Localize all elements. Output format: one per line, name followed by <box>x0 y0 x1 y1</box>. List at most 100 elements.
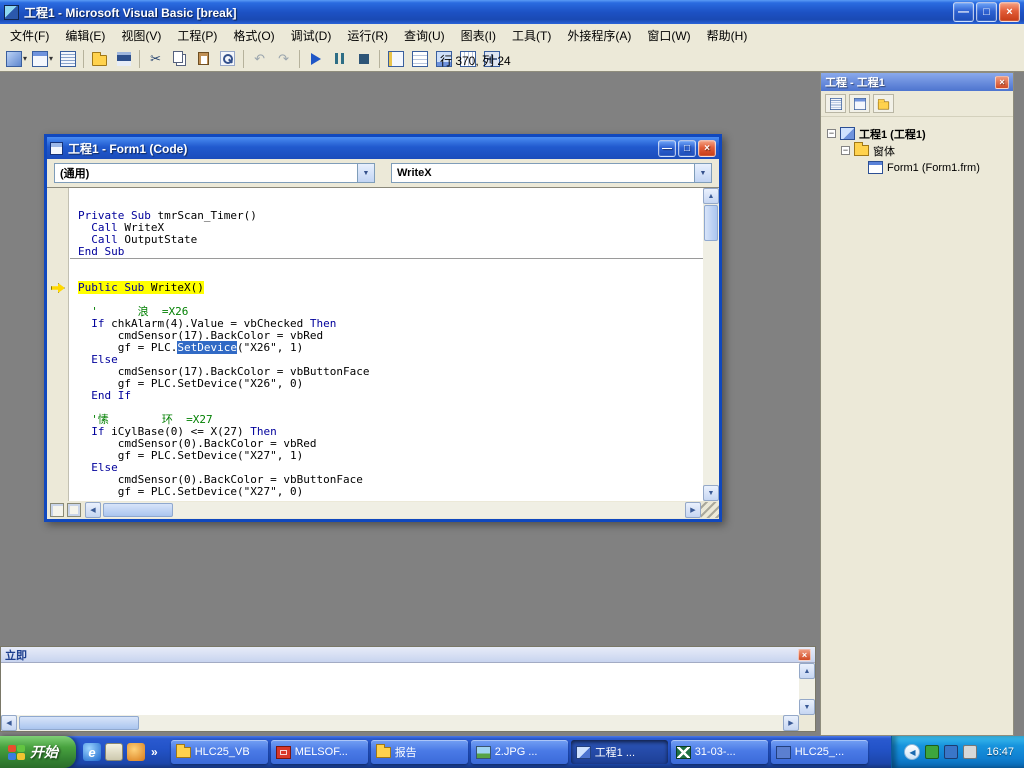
minimize-icon[interactable]: — <box>953 2 974 22</box>
scroll-up-icon[interactable]: ▲ <box>703 188 719 204</box>
view-code-button[interactable] <box>825 94 846 113</box>
save-project-button[interactable] <box>112 48 135 70</box>
menu-item[interactable]: 窗口(W) <box>639 24 698 47</box>
image-icon <box>476 746 491 759</box>
scroll-left-icon[interactable]: ◀ <box>1 715 17 731</box>
code-margin[interactable] <box>47 188 69 501</box>
scroll-right-icon[interactable]: ▶ <box>783 715 799 731</box>
project-explorer-titlebar[interactable]: 工程 - 工程1 × <box>821 73 1013 91</box>
menu-item[interactable]: 查询(U) <box>396 24 453 47</box>
end-button[interactable] <box>352 48 375 70</box>
menu-item[interactable]: 图表(I) <box>453 24 504 47</box>
taskbar-task-button[interactable]: HLC25_... <box>771 740 868 764</box>
taskbar-task-button[interactable]: 2.JPG ... <box>471 740 568 764</box>
full-module-view-button[interactable] <box>67 503 81 517</box>
close-icon[interactable]: × <box>698 140 716 157</box>
immediate-vertical-scrollbar[interactable]: ▲ ▼ <box>799 663 815 715</box>
task-button-label: 工程1 ... <box>595 744 635 760</box>
scroll-left-icon[interactable]: ◀ <box>85 502 101 518</box>
paste-button[interactable] <box>192 48 215 70</box>
code-window-combobar: (通用) ▼ WriteX ▼ <box>47 159 719 187</box>
tray-icon-gray[interactable] <box>963 745 977 759</box>
menu-item[interactable]: 文件(F) <box>2 24 57 47</box>
minimize-icon[interactable]: — <box>658 140 676 157</box>
close-icon[interactable]: × <box>995 76 1009 89</box>
code-text-area[interactable]: Private Sub tmrScan_Timer() Call WriteX … <box>70 188 703 501</box>
tray-icon-blue[interactable] <box>944 745 958 759</box>
copy-button[interactable] <box>168 48 191 70</box>
tree-item[interactable]: Form1 (Form1.frm) <box>823 159 1011 176</box>
view-object-button[interactable] <box>849 94 870 113</box>
menu-editor-button[interactable] <box>56 48 79 70</box>
scrollbar-thumb[interactable] <box>19 716 139 730</box>
scroll-up-icon[interactable]: ▲ <box>799 663 815 679</box>
dropdown-arrow-icon[interactable]: ▼ <box>357 164 374 182</box>
code-line: Call OutputState <box>78 234 703 246</box>
add-standard-exe-button[interactable]: ▾ <box>4 48 29 70</box>
toggle-folders-button[interactable] <box>873 94 894 113</box>
properties-window-button[interactable] <box>408 48 431 70</box>
tree-item[interactable]: −工程1 (工程1) <box>823 125 1011 142</box>
show-desktop-icon[interactable] <box>105 743 123 761</box>
code-horizontal-scrollbar[interactable]: ◀ ▶ <box>85 502 701 518</box>
code-window-titlebar[interactable]: 工程1 - Form1 (Code) — □ × <box>47 137 719 159</box>
folder-icon <box>854 145 869 156</box>
menu-item[interactable]: 格式(O) <box>225 24 282 47</box>
scroll-down-icon[interactable]: ▼ <box>799 699 815 715</box>
dropdown-arrow-icon[interactable]: ▼ <box>694 164 711 182</box>
taskbar-task-button[interactable]: HLC25_VB <box>171 740 268 764</box>
restore-icon[interactable]: □ <box>976 2 997 22</box>
internet-explorer-icon[interactable]: e <box>83 743 101 761</box>
scroll-down-icon[interactable]: ▼ <box>703 485 719 501</box>
tray-icon-green[interactable] <box>925 745 939 759</box>
taskbar-task-button[interactable]: 工程1 ... <box>571 740 668 764</box>
break-button[interactable] <box>328 48 351 70</box>
open-project-icon <box>92 55 107 66</box>
cut-button[interactable]: ✂ <box>144 48 167 70</box>
tray-collapse-icon[interactable]: ◀ <box>904 744 920 760</box>
procedure-combobox[interactable]: WriteX ▼ <box>391 163 712 183</box>
quick-launch-overflow-icon[interactable]: » <box>149 745 160 759</box>
immediate-horizontal-scrollbar[interactable]: ◀ ▶ <box>1 715 799 731</box>
task-button-label: 报告 <box>395 744 417 760</box>
immediate-titlebar[interactable]: 立即 × <box>1 647 815 663</box>
menu-item[interactable]: 调试(D) <box>283 24 340 47</box>
screen: 工程1 - Microsoft Visual Basic [break] — □… <box>0 0 1024 768</box>
run-button[interactable] <box>304 48 327 70</box>
code-vertical-scrollbar[interactable]: ▲ ▼ <box>703 188 719 501</box>
tree-expander-icon[interactable]: − <box>827 129 836 138</box>
add-form-button[interactable]: ▾ <box>30 48 55 70</box>
immediate-input-area[interactable] <box>1 663 799 715</box>
paste-icon <box>198 52 209 65</box>
media-player-icon[interactable] <box>127 743 145 761</box>
tree-item[interactable]: −窗体 <box>823 142 1011 159</box>
main-window-titlebar[interactable]: 工程1 - Microsoft Visual Basic [break] — □… <box>0 0 1024 24</box>
resize-grip[interactable] <box>701 502 719 518</box>
project-explorer-button[interactable] <box>384 48 407 70</box>
taskbar-task-button[interactable]: MELSOF... <box>271 740 368 764</box>
menu-item[interactable]: 外接程序(A) <box>559 24 639 47</box>
tree-expander-icon[interactable]: − <box>841 146 850 155</box>
immediate-close-icon[interactable]: × <box>798 649 811 661</box>
task-button-label: 2.JPG ... <box>495 746 538 758</box>
taskbar-task-button[interactable]: 31-03-... <box>671 740 768 764</box>
scrollbar-thumb[interactable] <box>704 205 718 241</box>
object-combobox[interactable]: (通用) ▼ <box>54 163 375 183</box>
menu-item[interactable]: 编辑(E) <box>57 24 113 47</box>
code-line: Public Sub WriteX() <box>78 282 703 294</box>
close-icon[interactable]: × <box>999 2 1020 22</box>
taskbar-task-button[interactable]: 报告 <box>371 740 468 764</box>
start-button[interactable]: 开始 <box>0 736 76 768</box>
menu-item[interactable]: 工程(P) <box>169 24 225 47</box>
restore-icon[interactable]: □ <box>678 140 696 157</box>
menu-item[interactable]: 工具(T) <box>504 24 559 47</box>
scroll-right-icon[interactable]: ▶ <box>685 502 701 518</box>
open-project-button[interactable] <box>88 48 111 70</box>
menu-item[interactable]: 运行(R) <box>339 24 396 47</box>
menu-item[interactable]: 视图(V) <box>113 24 169 47</box>
scrollbar-thumb[interactable] <box>103 503 173 517</box>
toolbar-separator <box>139 50 140 68</box>
procedure-view-button[interactable] <box>50 503 64 517</box>
find-button[interactable] <box>216 48 239 70</box>
menu-item[interactable]: 帮助(H) <box>699 24 756 47</box>
